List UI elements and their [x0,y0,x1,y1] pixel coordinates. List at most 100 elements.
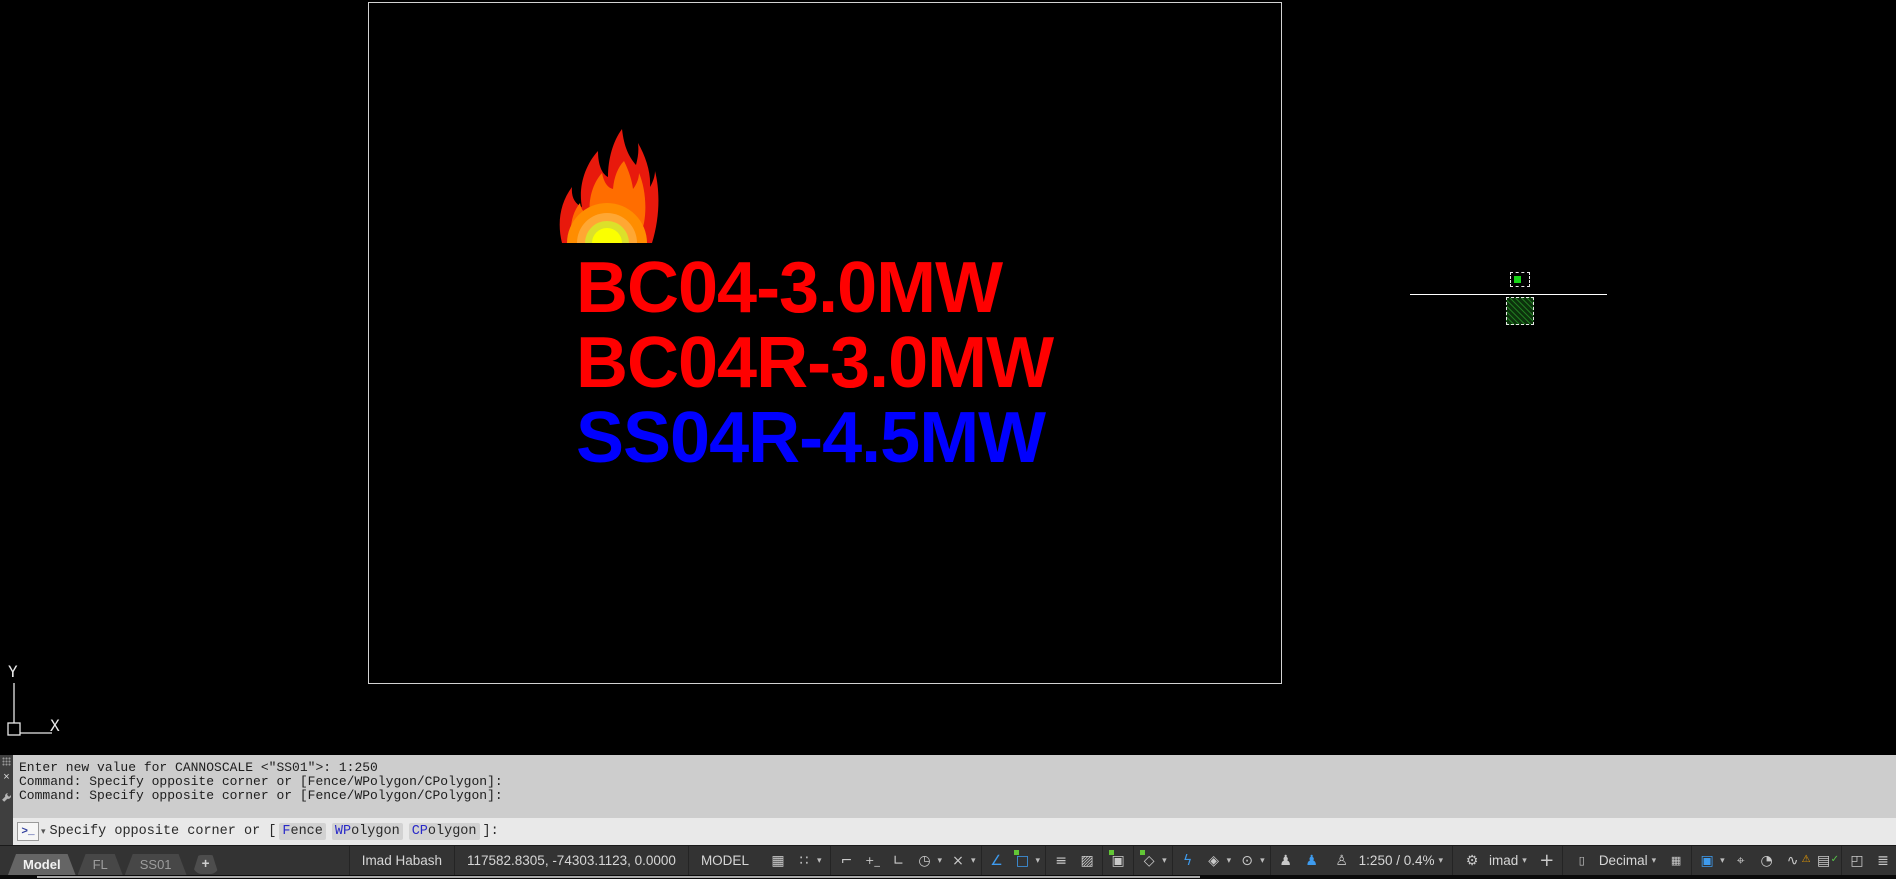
transparency-icon[interactable]: ▨ [1074,846,1100,875]
divider [1452,846,1454,875]
infer-constraints-icon[interactable]: ⌐ [833,846,859,875]
recent-commands-caret-icon[interactable]: ▾ [41,827,46,837]
3d-osnap-caret-icon[interactable]: ▾ [1162,846,1170,875]
flame-logo[interactable] [552,127,662,245]
divider [980,846,982,875]
ortho-mode-icon[interactable]: ∟ [885,846,911,875]
selected-hatch-entity[interactable] [1506,297,1534,325]
workspace-switcher[interactable]: ⚙ imad ▾ [1455,846,1534,875]
option-chip-wpolygon[interactable]: WPolygon [331,823,403,840]
graphics-performance-icon[interactable]: ∿ [1780,846,1806,875]
option-hotkey: CP [411,824,428,839]
snap-caret-icon[interactable]: ▾ [817,856,825,866]
units-selector[interactable]: ▯ Decimal ▾ [1565,846,1663,875]
ruler-icon: ▯ [1578,854,1585,867]
tab-fl[interactable]: FL [78,854,123,875]
wrench-icon[interactable] [1,792,12,803]
autoscale-icon[interactable]: ♟ [1299,846,1325,875]
annotation-scale-button[interactable]: ♙ 1:250 / 0.4% ▾ [1325,846,1450,875]
option-rest: olygon [427,824,477,839]
command-prompt-icon[interactable]: >_ [17,822,39,841]
clean-screen-icon[interactable]: ◰ [1844,846,1870,875]
divider [1171,846,1173,875]
option-hotkey: WP [334,824,352,839]
selected-line-entity[interactable] [1410,294,1607,295]
drawing-text-bc04[interactable]: BC04-3.0MW [576,252,1003,324]
gear-icon: ⚙ [1465,852,1479,869]
lineweight-icon[interactable]: ≡ [1048,846,1074,875]
close-icon[interactable]: × [3,772,9,783]
command-prompt-suffix: ]: [482,824,499,839]
logged-in-user[interactable]: Imad Habash [348,846,454,875]
bottom-edge [0,875,1896,879]
annotation-monitor-icon[interactable]: ⊙ [1234,846,1260,875]
display-lock-caret-icon[interactable]: ▾ [1720,846,1728,875]
divider [1561,846,1563,875]
command-history-line: Command: Specify opposite corner or [Fen… [19,774,503,789]
units-caret-icon: ▾ [1651,855,1657,866]
command-window: × Enter new value for CANNOSCALE <"SS01"… [0,755,1896,845]
autocad-window: BC04-3.0MW BC04R-3.0MW SS04R-4.5MW Y X ×… [0,0,1896,879]
dynamic-ucs-icon[interactable]: ϟ [1175,846,1201,875]
coordinates-display[interactable]: 117582.8305, -74303.1123, 0.0000 [453,846,688,875]
polar-tracking-icon[interactable]: ◷ [911,846,937,875]
divider [1102,846,1104,875]
customization-menu-icon[interactable]: ≣ [1870,846,1896,875]
3d-object-snap-icon[interactable]: ◇ [1136,846,1162,875]
polar-caret-icon[interactable]: ▾ [937,846,945,875]
tab-ss01[interactable]: SS01 [125,854,187,875]
command-history-line: Enter new value for CANNOSCALE <"SS01">:… [19,760,378,775]
osnap-caret-icon[interactable]: ▾ [1036,846,1044,875]
isodraft-icon[interactable]: × [945,846,971,875]
workspace-name: imad [1489,853,1519,868]
grid-snap-group: ▦ ∷ ▾ [761,846,829,875]
command-history[interactable]: Enter new value for CANNOSCALE <"SS01">:… [13,755,1896,818]
taskbar-edge-line [37,876,1200,878]
workspace-caret-icon: ▾ [1522,855,1527,866]
selection-cycling-icon[interactable]: ▣ [1105,846,1131,875]
command-window-grip[interactable] [2,757,11,766]
ucs-y-label: Y [8,662,18,681]
units-value: Decimal [1598,853,1648,868]
dynamic-input-icon[interactable]: +_ [859,846,885,875]
ucs-caret-icon[interactable]: ▾ [1227,846,1235,875]
ucs-icon: Y X [7,662,60,736]
grip-point[interactable] [1514,276,1521,283]
grid-display-icon[interactable]: ▦ [765,853,791,869]
drawing-text-ss04r[interactable]: SS04R-4.5MW [576,402,1046,474]
annotation-visibility-icon[interactable]: ♟ [1273,846,1299,875]
isolate-objects-icon[interactable]: ⌖ [1728,846,1754,875]
command-window-titlebar[interactable]: × [0,755,13,845]
option-rest: olygon [351,824,400,839]
display-lock-icon[interactable]: ▣ [1694,846,1720,875]
tab-model[interactable]: Model [8,854,76,875]
annotation-scale-value: 1:250 / 0.4% [1358,853,1435,868]
divider [1841,846,1842,875]
option-rest: ence [290,824,323,839]
graphics-clock-icon[interactable]: ◔ [1754,846,1780,875]
option-chip-fence[interactable]: Fence [279,823,326,840]
isodraft-caret-icon[interactable]: ▾ [971,846,979,875]
osnap-tracking-icon[interactable]: ∠ [984,846,1010,875]
option-chip-cpolygon[interactable]: CPolygon [408,823,480,840]
drawing-canvas[interactable]: BC04-3.0MW BC04R-3.0MW SS04R-4.5MW Y X [0,0,1896,755]
annotation-plus-icon[interactable]: + [1534,846,1560,875]
divider [1045,846,1047,875]
snap-mode-icon[interactable]: ∷ [791,853,817,869]
annotation-scale-person-icon: ♙ [1335,852,1348,869]
command-history-line: Command: Specify opposite corner or [Fen… [19,788,503,803]
command-input-line[interactable]: >_ ▾ Specify opposite corner or [ Fence … [13,818,1896,845]
object-snap-icon[interactable]: □ [1010,846,1036,875]
divider [1691,846,1693,875]
divider [1133,846,1135,875]
ucs-cube-icon[interactable]: ◈ [1201,846,1227,875]
annotation-monitor-caret-icon[interactable]: ▾ [1260,846,1268,875]
hardware-acceleration-icon[interactable]: ▤ [1811,846,1837,875]
ucs-origin-box [7,722,21,736]
drawing-text-bc04r[interactable]: BC04R-3.0MW [576,327,1054,399]
status-bar: Model FL SS01 + Imad Habash 117582.8305,… [0,845,1896,875]
new-layout-button[interactable]: + [193,855,219,874]
model-space-toggle[interactable]: MODEL [687,846,761,875]
quick-properties-icon[interactable]: ▦ [1663,846,1689,875]
annotation-scale-caret-icon: ▾ [1438,855,1444,866]
